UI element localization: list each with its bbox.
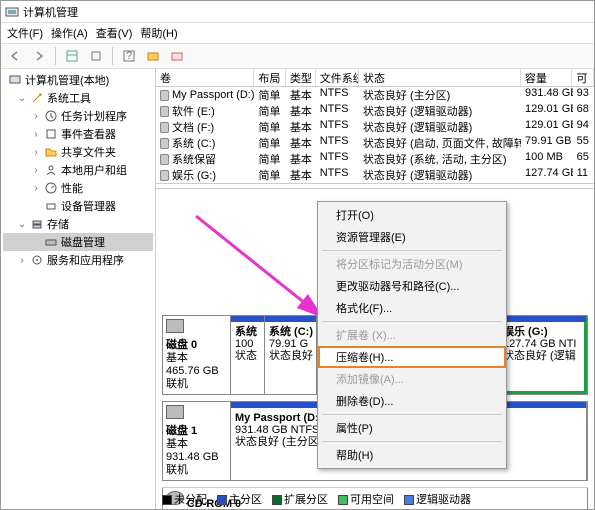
volume-list: My Passport (D:)简单基本NTFS状态良好 (主分区)931.48… [156, 87, 594, 184]
ctx-change-drive-letter[interactable]: 更改驱动器号和路径(C)... [318, 275, 506, 297]
volume-row[interactable]: 软件 (E:)简单基本NTFS状态良好 (逻辑驱动器)129.01 GB68 [156, 103, 594, 119]
toolbar: ? [1, 43, 594, 69]
menu-separator [322, 414, 502, 415]
menu-bar: 文件(F) 操作(A) 查看(V) 帮助(H) [1, 23, 594, 43]
menu-file[interactable]: 文件(F) [7, 25, 43, 41]
disk-icon [166, 405, 184, 419]
ctx-shrink-volume[interactable]: 压缩卷(H)... [318, 346, 506, 368]
window-title: 计算机管理 [23, 4, 78, 20]
disk-label[interactable]: 磁盘 1 基本 931.48 GB 联机 [163, 402, 231, 480]
expand-icon[interactable]: › [31, 111, 41, 122]
expand-icon[interactable]: › [31, 183, 41, 194]
col-volume[interactable]: 卷 [156, 69, 254, 86]
volume-row[interactable]: 文档 (F:)简单基本NTFS状态良好 (逻辑驱动器)129.01 GB94 [156, 119, 594, 135]
refresh-icon[interactable]: ? [119, 46, 139, 66]
expand-icon[interactable]: › [31, 129, 41, 140]
col-type[interactable]: 类型 [286, 69, 316, 86]
volume-icon [160, 90, 169, 101]
volume-icon [160, 170, 169, 181]
volume-icon [160, 138, 169, 149]
clock-icon [44, 109, 58, 123]
nav-fwd-icon[interactable] [29, 46, 49, 66]
volume-row[interactable]: 系统 (C:)简单基本NTFS状态良好 (启动, 页面文件, 故障转储, 主分区… [156, 135, 594, 151]
menu-view[interactable]: 查看(V) [96, 25, 133, 41]
expand-icon[interactable]: › [31, 165, 41, 176]
partition-c[interactable]: 系统 (C:)79.91 G状态良好 [265, 316, 317, 394]
volume-icon [160, 154, 169, 165]
tree-event-viewer[interactable]: ›事件查看器 [3, 125, 153, 143]
users-icon [44, 163, 58, 177]
tree-system-tools[interactable]: ⌄系统工具 [3, 89, 153, 107]
volume-icon [160, 122, 169, 133]
ctx-explorer[interactable]: 资源管理器(E) [318, 226, 506, 248]
toolbar-icon[interactable] [86, 46, 106, 66]
menu-action[interactable]: 操作(A) [51, 25, 88, 41]
ctx-open[interactable]: 打开(O) [318, 204, 506, 226]
collapse-icon[interactable]: ⌄ [17, 93, 27, 104]
volume-row[interactable]: My Passport (D:)简单基本NTFS状态良好 (主分区)931.48… [156, 87, 594, 103]
volume-row[interactable]: 系统保留简单基本NTFS状态良好 (系统, 活动, 主分区)100 MB65 [156, 151, 594, 167]
storage-icon [30, 217, 44, 231]
legend-logical-icon [404, 495, 414, 505]
partition-g-selected[interactable]: 娱乐 (G:)127.74 GB NTI状态良好 (逻辑 [499, 316, 587, 394]
expand-icon[interactable]: › [17, 255, 27, 266]
tree-disk-management[interactable]: 磁盘管理 [3, 233, 153, 251]
event-icon [44, 127, 58, 141]
ctx-mark-active: 将分区标记为活动分区(M) [318, 253, 506, 275]
tree-shared-folders[interactable]: ›共享文件夹 [3, 143, 153, 161]
menu-separator [322, 441, 502, 442]
volume-row[interactable]: 娱乐 (G:)简单基本NTFS状态良好 (逻辑驱动器)127.74 GB11 [156, 167, 594, 183]
ctx-properties[interactable]: 属性(P) [318, 417, 506, 439]
legend-primary-icon [217, 495, 227, 505]
disk-icon [44, 235, 58, 249]
legend-unallocated-icon [162, 495, 172, 505]
disk-label[interactable]: 磁盘 0 基本 465.76 GB 联机 [163, 316, 231, 394]
svg-text:?: ? [126, 50, 132, 62]
col-free[interactable]: 可 [572, 69, 594, 86]
toolbar-icon[interactable] [62, 46, 82, 66]
ctx-add-mirror: 添加镜像(A)... [318, 368, 506, 390]
col-layout[interactable]: 布局 [254, 69, 286, 86]
tree-root[interactable]: 计算机管理(本地) [3, 71, 153, 89]
services-icon [30, 253, 44, 267]
ctx-delete-volume[interactable]: 删除卷(D)... [318, 390, 506, 412]
legend-extended-icon [272, 495, 282, 505]
nav-tree: 计算机管理(本地) ⌄系统工具 ›任务计划程序 ›事件查看器 ›共享文件夹 ›本… [1, 69, 156, 509]
tools-icon [30, 91, 44, 105]
device-icon [44, 199, 58, 213]
context-menu: 打开(O) 资源管理器(E) 将分区标记为活动分区(M) 更改驱动器号和路径(C… [317, 201, 507, 469]
volume-icon [160, 106, 169, 117]
menu-help[interactable]: 帮助(H) [140, 25, 177, 41]
ctx-help[interactable]: 帮助(H) [318, 444, 506, 466]
col-filesystem[interactable]: 文件系统 [316, 69, 359, 86]
volume-list-header: 卷 布局 类型 文件系统 状态 容量 可 [156, 69, 594, 87]
menu-separator [322, 250, 502, 251]
expand-icon[interactable]: › [31, 147, 41, 158]
computer-icon [8, 73, 22, 87]
toolbar-icon[interactable] [143, 46, 163, 66]
tree-services-apps[interactable]: ›服务和应用程序 [3, 251, 153, 269]
tree-local-users[interactable]: ›本地用户和组 [3, 161, 153, 179]
tree-performance[interactable]: ›性能 [3, 179, 153, 197]
title-bar: 计算机管理 [1, 1, 594, 23]
toolbar-icon[interactable] [167, 46, 187, 66]
legend: 未分配 主分区 扩展分区 可用空间 逻辑驱动器 [162, 487, 588, 507]
app-icon [5, 5, 19, 19]
disk-icon [166, 319, 184, 333]
legend-freespace-icon [338, 495, 348, 505]
perf-icon [44, 181, 58, 195]
ctx-format[interactable]: 格式化(F)... [318, 297, 506, 319]
collapse-icon[interactable]: ⌄ [17, 219, 27, 230]
tree-storage[interactable]: ⌄存储 [3, 215, 153, 233]
nav-back-icon[interactable] [5, 46, 25, 66]
folder-icon [44, 145, 58, 159]
tree-device-manager[interactable]: 设备管理器 [3, 197, 153, 215]
menu-separator [322, 321, 502, 322]
col-capacity[interactable]: 容量 [521, 69, 573, 86]
partition-system-reserved[interactable]: 系统100状态 [231, 316, 265, 394]
col-status[interactable]: 状态 [359, 69, 521, 86]
ctx-extend-volume: 扩展卷 (X)... [318, 324, 506, 346]
tree-task-scheduler[interactable]: ›任务计划程序 [3, 107, 153, 125]
